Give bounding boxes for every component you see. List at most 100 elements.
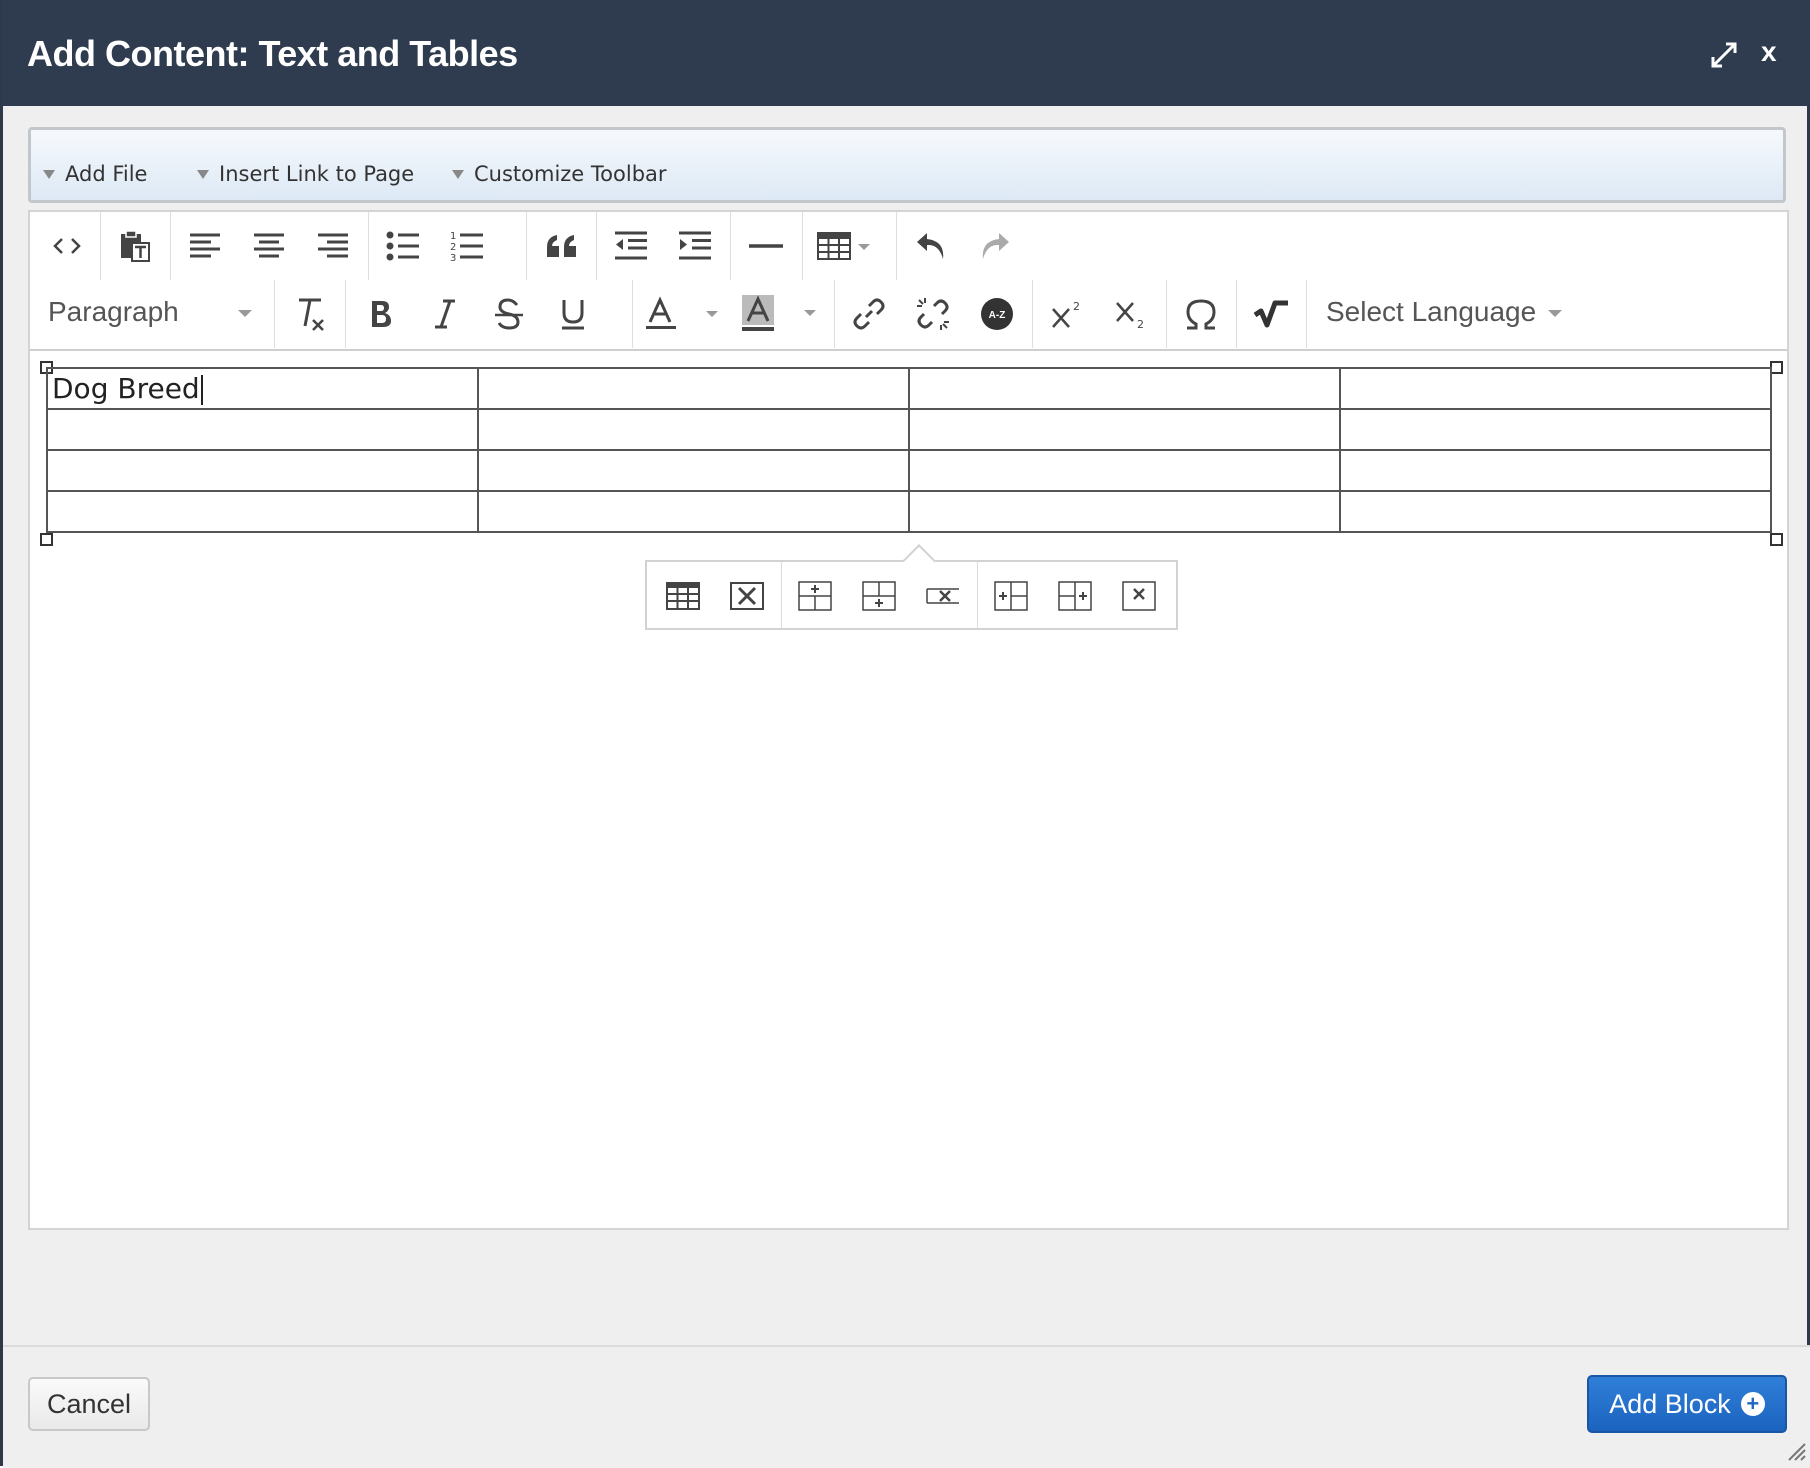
paste-text-icon[interactable] bbox=[110, 221, 160, 271]
chevron-down-icon bbox=[1548, 310, 1562, 317]
content-table[interactable]: Dog Breed bbox=[46, 367, 1772, 533]
blockquote-icon[interactable] bbox=[537, 221, 587, 271]
align-center-icon[interactable] bbox=[244, 221, 294, 271]
add-file-label: Add File bbox=[65, 162, 148, 186]
italic-icon[interactable] bbox=[420, 289, 470, 339]
link-icon[interactable] bbox=[844, 289, 894, 339]
special-char-icon[interactable] bbox=[1176, 289, 1226, 339]
dialog-footer: Cancel Add Block + bbox=[3, 1345, 1810, 1468]
toolbar-separator bbox=[274, 280, 275, 348]
dropdown-triangle-icon bbox=[197, 169, 209, 179]
toolbar-separator bbox=[1032, 280, 1033, 348]
dialog-title: Add Content: Text and Tables bbox=[27, 33, 518, 74]
table-cell[interactable] bbox=[46, 408, 479, 451]
toolbar-separator bbox=[1166, 280, 1167, 348]
insert-link-label: Insert Link to Page bbox=[219, 162, 415, 186]
horizontal-rule-icon[interactable] bbox=[741, 221, 791, 271]
expand-icon[interactable] bbox=[1709, 40, 1739, 70]
add-block-button[interactable]: Add Block + bbox=[1587, 1375, 1787, 1433]
svg-text:2: 2 bbox=[1137, 318, 1144, 329]
table-cell[interactable] bbox=[908, 408, 1341, 451]
spellcheck-label: A-Z bbox=[989, 310, 1006, 321]
format-select-value: Paragraph bbox=[48, 296, 179, 327]
delete-row-icon[interactable] bbox=[919, 572, 967, 620]
insert-col-after-icon[interactable] bbox=[1051, 572, 1099, 620]
resize-grip-icon[interactable] bbox=[1783, 1438, 1807, 1462]
unlink-icon[interactable] bbox=[908, 289, 958, 339]
table-cell[interactable] bbox=[477, 490, 910, 533]
toolbar-separator bbox=[896, 212, 897, 280]
table-icon[interactable] bbox=[812, 221, 882, 271]
table-row bbox=[46, 490, 1772, 533]
table-cell[interactable] bbox=[1339, 408, 1772, 451]
text-color-icon[interactable] bbox=[642, 289, 726, 339]
subscript-icon[interactable]: 2 bbox=[1106, 289, 1156, 339]
table-cell[interactable] bbox=[1339, 490, 1772, 533]
table-cell[interactable] bbox=[46, 490, 479, 533]
cancel-button[interactable]: Cancel bbox=[28, 1377, 150, 1431]
delete-col-icon[interactable] bbox=[1115, 572, 1163, 620]
spellcheck-icon[interactable]: A-Z bbox=[972, 289, 1022, 339]
customize-toolbar-label: Customize Toolbar bbox=[474, 162, 667, 186]
insert-row-before-icon[interactable] bbox=[791, 572, 839, 620]
customize-toolbar-menu[interactable]: Customize Toolbar bbox=[452, 162, 667, 186]
bullet-list-icon[interactable] bbox=[378, 221, 428, 271]
toolbar-separator bbox=[345, 280, 346, 348]
delete-table-icon[interactable] bbox=[723, 572, 771, 620]
add-block-label: Add Block bbox=[1609, 1388, 1731, 1419]
table-cell[interactable] bbox=[46, 449, 479, 492]
plus-circle-icon: + bbox=[1740, 1392, 1765, 1416]
table-cell[interactable] bbox=[908, 367, 1341, 410]
rich-text-editor: 123 Paragraph A-Z 2 2 Select Language Do… bbox=[28, 210, 1789, 1230]
svg-text:2: 2 bbox=[450, 242, 456, 253]
toolbar-separator bbox=[170, 212, 171, 280]
bold-icon[interactable] bbox=[356, 289, 406, 339]
svg-text:2: 2 bbox=[1073, 300, 1080, 313]
toolbar-separator bbox=[1236, 280, 1237, 348]
resize-handle[interactable] bbox=[40, 533, 53, 546]
editor-content-area[interactable]: Dog Breed bbox=[30, 349, 1787, 1229]
resize-handle[interactable] bbox=[1770, 533, 1783, 546]
insert-col-before-icon[interactable] bbox=[987, 572, 1035, 620]
dropdown-triangle-icon bbox=[43, 169, 55, 179]
clear-format-icon[interactable] bbox=[285, 289, 335, 339]
table-cell[interactable] bbox=[908, 490, 1341, 533]
table-cell[interactable] bbox=[477, 408, 910, 451]
chevron-down-icon bbox=[238, 310, 252, 317]
text-cursor bbox=[200, 375, 203, 405]
background-color-icon[interactable] bbox=[740, 289, 824, 339]
language-select[interactable]: Select Language bbox=[1326, 296, 1576, 328]
svg-text:3: 3 bbox=[450, 253, 456, 263]
insert-link-menu[interactable]: Insert Link to Page bbox=[197, 162, 414, 186]
table-cell[interactable] bbox=[908, 449, 1341, 492]
toolbar-separator bbox=[596, 212, 597, 280]
table-properties-icon[interactable] bbox=[659, 572, 707, 620]
underline-icon[interactable] bbox=[548, 289, 598, 339]
outdent-icon[interactable] bbox=[606, 221, 656, 271]
format-select[interactable]: Paragraph bbox=[48, 296, 258, 328]
insert-row-after-icon[interactable] bbox=[855, 572, 903, 620]
dialog-titlebar[interactable]: Add Content: Text and Tables x bbox=[3, 0, 1810, 106]
equation-icon[interactable] bbox=[1246, 289, 1296, 339]
undo-icon[interactable] bbox=[906, 221, 956, 271]
align-right-icon[interactable] bbox=[308, 221, 358, 271]
toolbar-separator bbox=[834, 280, 835, 348]
indent-icon[interactable] bbox=[670, 221, 720, 271]
code-view-icon[interactable] bbox=[42, 221, 92, 271]
toolbar-separator bbox=[977, 562, 978, 628]
numbered-list-icon[interactable]: 123 bbox=[442, 221, 492, 271]
strikethrough-icon[interactable] bbox=[484, 289, 534, 339]
align-left-icon[interactable] bbox=[180, 221, 230, 271]
table-row: Dog Breed bbox=[46, 367, 1772, 410]
close-button[interactable]: x bbox=[1761, 36, 1777, 68]
superscript-icon[interactable]: 2 bbox=[1042, 289, 1092, 339]
toolbar-separator bbox=[730, 212, 731, 280]
table-cell[interactable]: Dog Breed bbox=[46, 367, 479, 410]
redo-icon[interactable] bbox=[970, 221, 1020, 271]
table-cell[interactable] bbox=[1339, 449, 1772, 492]
table-cell[interactable] bbox=[477, 367, 910, 410]
add-file-menu[interactable]: Add File bbox=[43, 162, 147, 186]
table-cell[interactable] bbox=[1339, 367, 1772, 410]
dropdown-triangle-icon bbox=[452, 169, 464, 179]
table-cell[interactable] bbox=[477, 449, 910, 492]
